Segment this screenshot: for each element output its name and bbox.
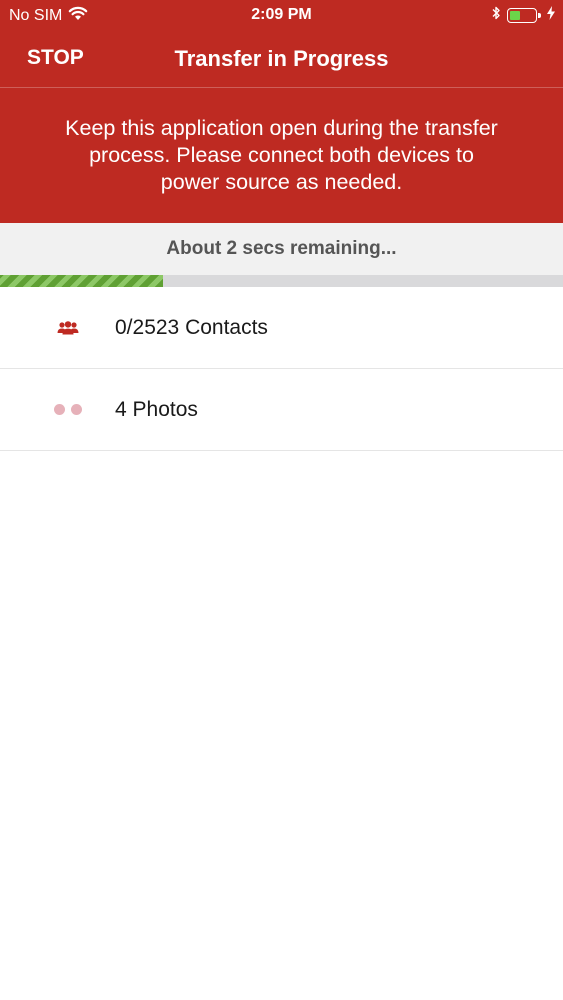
screen: No SIM 2:09 PM STOP Transfer in Progress…	[0, 0, 563, 1000]
progress-bar	[0, 275, 563, 287]
list-item-photos: 4 Photos	[0, 369, 563, 451]
page-title: Transfer in Progress	[174, 46, 389, 71]
pending-dots-icon	[48, 400, 88, 420]
transfer-list: 0/2523 Contacts 4 Photos	[0, 287, 563, 451]
pending-dot	[71, 404, 82, 415]
time-remaining: About 2 secs remaining...	[0, 223, 563, 275]
bluetooth-icon	[491, 5, 501, 26]
list-item-label: 0/2523 Contacts	[115, 315, 268, 339]
battery-tip	[538, 13, 541, 18]
progress-fill	[0, 275, 164, 287]
pending-dot	[54, 404, 65, 415]
contacts-group-icon	[48, 318, 88, 338]
banner-message: Keep this application open during the tr…	[65, 116, 498, 194]
battery-fill	[510, 11, 521, 20]
charging-bolt-icon	[547, 6, 555, 25]
list-item-label: 4 Photos	[115, 397, 198, 421]
status-time: 2:09 PM	[251, 6, 312, 23]
status-bar: No SIM 2:09 PM	[0, 0, 563, 30]
nav-bar: STOP Transfer in Progress	[0, 30, 563, 88]
status-right	[485, 5, 555, 26]
header: No SIM 2:09 PM STOP Transfer in Progress…	[0, 0, 563, 223]
time-remaining-label: About 2 secs remaining...	[166, 238, 397, 259]
battery-icon	[507, 8, 541, 23]
info-banner: Keep this application open during the tr…	[0, 88, 563, 223]
list-item-contacts: 0/2523 Contacts	[0, 287, 563, 369]
